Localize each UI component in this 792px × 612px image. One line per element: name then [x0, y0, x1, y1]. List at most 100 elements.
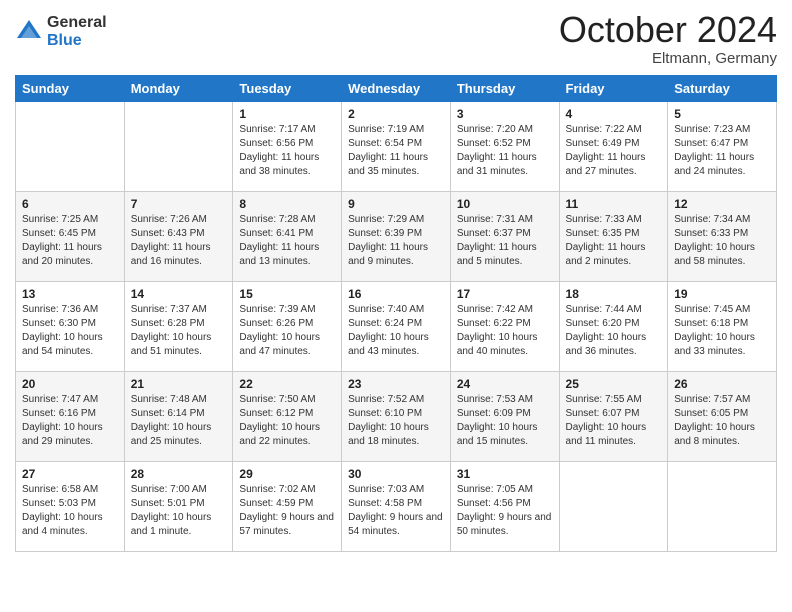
sunset-21: Sunset: 6:14 PM: [131, 408, 205, 419]
sunset-18: Sunset: 6:20 PM: [566, 318, 640, 329]
day-info-1: Sunrise: 7:17 AM Sunset: 6:56 PM Daylight:…: [239, 123, 335, 179]
daylight-27: Daylight: 10 hours and 4 minutes.: [22, 512, 103, 537]
sunset-5: Sunset: 6:47 PM: [674, 138, 748, 149]
sunrise-15: Sunrise: 7:39 AM: [239, 304, 315, 315]
sunset-8: Sunset: 6:41 PM: [239, 228, 313, 239]
daylight-24: Daylight: 10 hours and 15 minutes.: [457, 422, 538, 447]
col-sunday: Sunday: [16, 75, 125, 101]
location: Eltmann, Germany: [559, 50, 777, 67]
logo-blue-text: Blue: [47, 32, 107, 50]
daylight-3: Daylight: 11 hours and 31 minutes.: [457, 152, 537, 177]
cell-4-3: 22 Sunrise: 7:50 AM Sunset: 6:12 PM Dayligh…: [233, 371, 342, 461]
day-number-15: 15: [239, 287, 335, 301]
sunrise-16: Sunrise: 7:40 AM: [348, 304, 424, 315]
sunrise-5: Sunrise: 7:23 AM: [674, 124, 750, 135]
logo-text: General Blue: [47, 14, 107, 49]
cell-3-5: 17Sunrise: 7:42 AMSunset: 6:22 PMDayligh…: [450, 281, 559, 371]
week-row-5: 27Sunrise: 6:58 AMSunset: 5:03 PMDayligh…: [16, 461, 777, 551]
sunrise-12: Sunrise: 7:34 AM: [674, 214, 750, 225]
sunset-13: Sunset: 6:30 PM: [22, 318, 96, 329]
daylight-14: Daylight: 10 hours and 51 minutes.: [131, 332, 212, 357]
daylight-19: Daylight: 10 hours and 33 minutes.: [674, 332, 755, 357]
sunset-17: Sunset: 6:22 PM: [457, 318, 531, 329]
sunrise-1: Sunrise: 7:17 AM: [239, 124, 315, 135]
day-number-29: 29: [239, 467, 335, 481]
sunrise-13: Sunrise: 7:36 AM: [22, 304, 98, 315]
cell-4-6: 25Sunrise: 7:55 AMSunset: 6:07 PMDayligh…: [559, 371, 668, 461]
day-info-23: Sunrise: 7:52 AMSunset: 6:10 PMDaylight:…: [348, 393, 444, 449]
day-number-22: 22: [239, 377, 335, 391]
cell-4-4: 23Sunrise: 7:52 AMSunset: 6:10 PMDayligh…: [342, 371, 451, 461]
cell-1-6: 4Sunrise: 7:22 AMSunset: 6:49 PMDaylight…: [559, 101, 668, 191]
daylight-29: Daylight: 9 hours and 57 minutes.: [239, 512, 334, 537]
header-row: Sunday Monday Tuesday Wednesday Thursday…: [16, 75, 777, 101]
daylight-1: Daylight: 11 hours and 38 minutes.: [239, 152, 319, 177]
sunrise-20: Sunrise: 7:47 AM: [22, 394, 98, 405]
daylight-21: Daylight: 10 hours and 25 minutes.: [131, 422, 212, 447]
day-info-2: Sunrise: 7:19 AMSunset: 6:54 PMDaylight:…: [348, 123, 444, 179]
daylight-22: Daylight: 10 hours and 22 minutes.: [239, 422, 320, 447]
logo-icon: [15, 18, 43, 46]
daylight-4: Daylight: 11 hours and 27 minutes.: [566, 152, 646, 177]
sunset-1: Sunset: 6:56 PM: [239, 138, 313, 149]
sunset-31: Sunset: 4:56 PM: [457, 498, 531, 509]
col-thursday: Thursday: [450, 75, 559, 101]
week-row-2: 6Sunrise: 7:25 AMSunset: 6:45 PMDaylight…: [16, 191, 777, 281]
sunset-28: Sunset: 5:01 PM: [131, 498, 205, 509]
day-info-15: Sunrise: 7:39 AMSunset: 6:26 PMDaylight:…: [239, 303, 335, 359]
cell-3-2: 14Sunrise: 7:37 AMSunset: 6:28 PMDayligh…: [124, 281, 233, 371]
sunset-22: Sunset: 6:12 PM: [239, 408, 313, 419]
month-title: October 2024: [559, 10, 777, 50]
col-monday: Monday: [124, 75, 233, 101]
cell-2-3: 8Sunrise: 7:28 AMSunset: 6:41 PMDaylight…: [233, 191, 342, 281]
daylight-12: Daylight: 10 hours and 58 minutes.: [674, 242, 755, 267]
sunrise-2: Sunrise: 7:19 AM: [348, 124, 424, 135]
cell-1-7: 5Sunrise: 7:23 AMSunset: 6:47 PMDaylight…: [668, 101, 777, 191]
day-info-29: Sunrise: 7:02 AMSunset: 4:59 PMDaylight:…: [239, 483, 335, 539]
cell-2-7: 12 Sunrise: 7:34 AM Sunset: 6:33 PM Dayligh…: [668, 191, 777, 281]
day-number-20: 20: [22, 377, 118, 391]
week-row-1: 1Sunrise: 7:17 AMSunset: 6:56 PMDaylight…: [16, 101, 777, 191]
cell-3-7: 19 Sunrise: 7:45 AMSunset: 6:18 PMDayligh…: [668, 281, 777, 371]
sunset-14: Sunset: 6:28 PM: [131, 318, 205, 329]
day-info-19: Sunrise: 7:45 AMSunset: 6:18 PMDaylight:…: [674, 303, 770, 359]
cell-5-2: 28Sunrise: 7:00 AMSunset: 5:01 PMDayligh…: [124, 461, 233, 551]
day-info-25: Sunrise: 7:55 AMSunset: 6:07 PMDaylight:…: [566, 393, 662, 449]
day-number-19: 19: [674, 287, 770, 301]
sunrise-22: Sunrise: 7:50 AM: [239, 394, 315, 405]
day-info-26: Sunrise: 7:57 AMSunset: 6:05 PMDaylight:…: [674, 393, 770, 449]
sunset-4: Sunset: 6:49 PM: [566, 138, 640, 149]
cell-4-5: 24Sunrise: 7:53 AMSunset: 6:09 PMDayligh…: [450, 371, 559, 461]
daylight-31: Daylight: 9 hours and 50 minutes.: [457, 512, 552, 537]
day-number-12: 12: [674, 197, 770, 211]
cell-4-2: 21Sunrise: 7:48 AMSunset: 6:14 PMDayligh…: [124, 371, 233, 461]
week-row-3: 13Sunrise: 7:36 AMSunset: 6:30 PMDayligh…: [16, 281, 777, 371]
sunset-23: Sunset: 6:10 PM: [348, 408, 422, 419]
day-info-22: Sunrise: 7:50 AM Sunset: 6:12 PM Daylight:…: [239, 393, 335, 449]
sunset-2: Sunset: 6:54 PM: [348, 138, 422, 149]
sunrise-23: Sunrise: 7:52 AM: [348, 394, 424, 405]
daylight-15: Daylight: 10 hours and 47 minutes.: [239, 332, 320, 357]
sunrise-24: Sunrise: 7:53 AM: [457, 394, 533, 405]
day-number-3: 3: [457, 107, 553, 121]
day-number-16: 16: [348, 287, 444, 301]
cell-3-4: 16Sunrise: 7:40 AMSunset: 6:24 PMDayligh…: [342, 281, 451, 371]
day-info-7: Sunrise: 7:26 AMSunset: 6:43 PMDaylight:…: [131, 213, 227, 269]
daylight-26: Daylight: 10 hours and 8 minutes.: [674, 422, 755, 447]
sunset-27: Sunset: 5:03 PM: [22, 498, 96, 509]
daylight-6: Daylight: 11 hours and 20 minutes.: [22, 242, 102, 267]
calendar-table: Sunday Monday Tuesday Wednesday Thursday…: [15, 75, 777, 552]
sunset-20: Sunset: 6:16 PM: [22, 408, 96, 419]
cell-3-6: 18Sunrise: 7:44 AMSunset: 6:20 PMDayligh…: [559, 281, 668, 371]
daylight-16: Daylight: 10 hours and 43 minutes.: [348, 332, 429, 357]
sunrise-7: Sunrise: 7:26 AM: [131, 214, 207, 225]
cell-5-5: 31Sunrise: 7:05 AMSunset: 4:56 PMDayligh…: [450, 461, 559, 551]
cell-4-1: 20Sunrise: 7:47 AMSunset: 6:16 PMDayligh…: [16, 371, 125, 461]
cell-2-5: 10Sunrise: 7:31 AMSunset: 6:37 PMDayligh…: [450, 191, 559, 281]
sunset-6: Sunset: 6:45 PM: [22, 228, 96, 239]
daylight-10: Daylight: 11 hours and 5 minutes.: [457, 242, 537, 267]
sunset-26: Sunset: 6:05 PM: [674, 408, 748, 419]
sunset-12: Sunset: 6:33 PM: [674, 228, 748, 239]
cell-1-2: [124, 101, 233, 191]
cell-5-7: [668, 461, 777, 551]
